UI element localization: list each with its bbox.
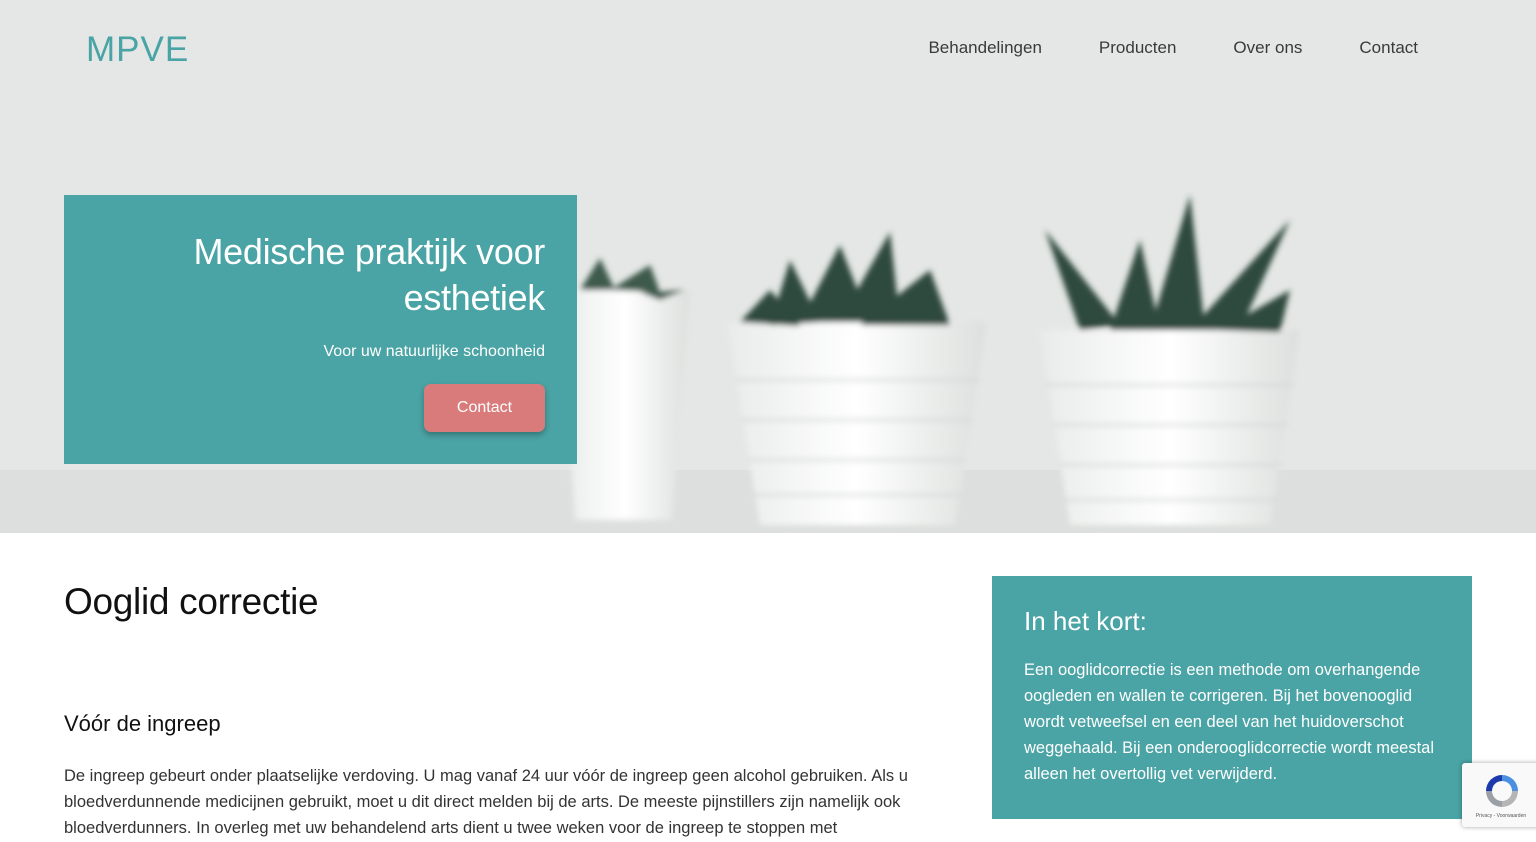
hero-contact-button[interactable]: Contact	[424, 384, 545, 432]
hero-title-line2: esthetiek	[403, 277, 546, 318]
hero-title-line1: Medische praktijk voor	[193, 231, 545, 272]
section-text: De ingreep gebeurt onder plaatselijke ve…	[64, 767, 908, 837]
section-title: Vóór de ingreep	[64, 711, 221, 736]
page-title: Ooglid correctie	[64, 581, 319, 622]
nav-item-contact[interactable]: Contact	[1359, 38, 1418, 58]
hero-section: MPVE Behandelingen Producten Over ons Co…	[0, 0, 1536, 533]
hero-subtitle: Voor uw natuurlijke schoonheid	[323, 343, 545, 360]
hero-title: Medische praktijk voor esthetiek	[96, 229, 545, 321]
recaptcha-icon	[1486, 775, 1518, 807]
hero-card: Medische praktijk voor esthetiek Voor uw…	[64, 195, 577, 464]
recaptcha-links[interactable]: Privacy - Voorwaarden	[1466, 813, 1536, 819]
main-content: Ooglid correctie Vóór de ingreep De ingr…	[64, 533, 924, 841]
main-nav: Behandelingen Producten Over ons Contact	[928, 38, 1418, 58]
nav-item-behandelingen[interactable]: Behandelingen	[928, 38, 1041, 58]
summary-box: In het kort: Een ooglidcorrectie is een …	[992, 576, 1472, 819]
nav-item-producten[interactable]: Producten	[1099, 38, 1177, 58]
nav-item-over-ons[interactable]: Over ons	[1233, 38, 1302, 58]
recaptcha-badge[interactable]: Privacy - Voorwaarden	[1462, 763, 1536, 827]
site-logo[interactable]: MPVE	[86, 30, 189, 70]
summary-text: Een ooglidcorrectie is een methode om ov…	[1024, 661, 1434, 783]
summary-title: In het kort:	[1024, 606, 1147, 636]
